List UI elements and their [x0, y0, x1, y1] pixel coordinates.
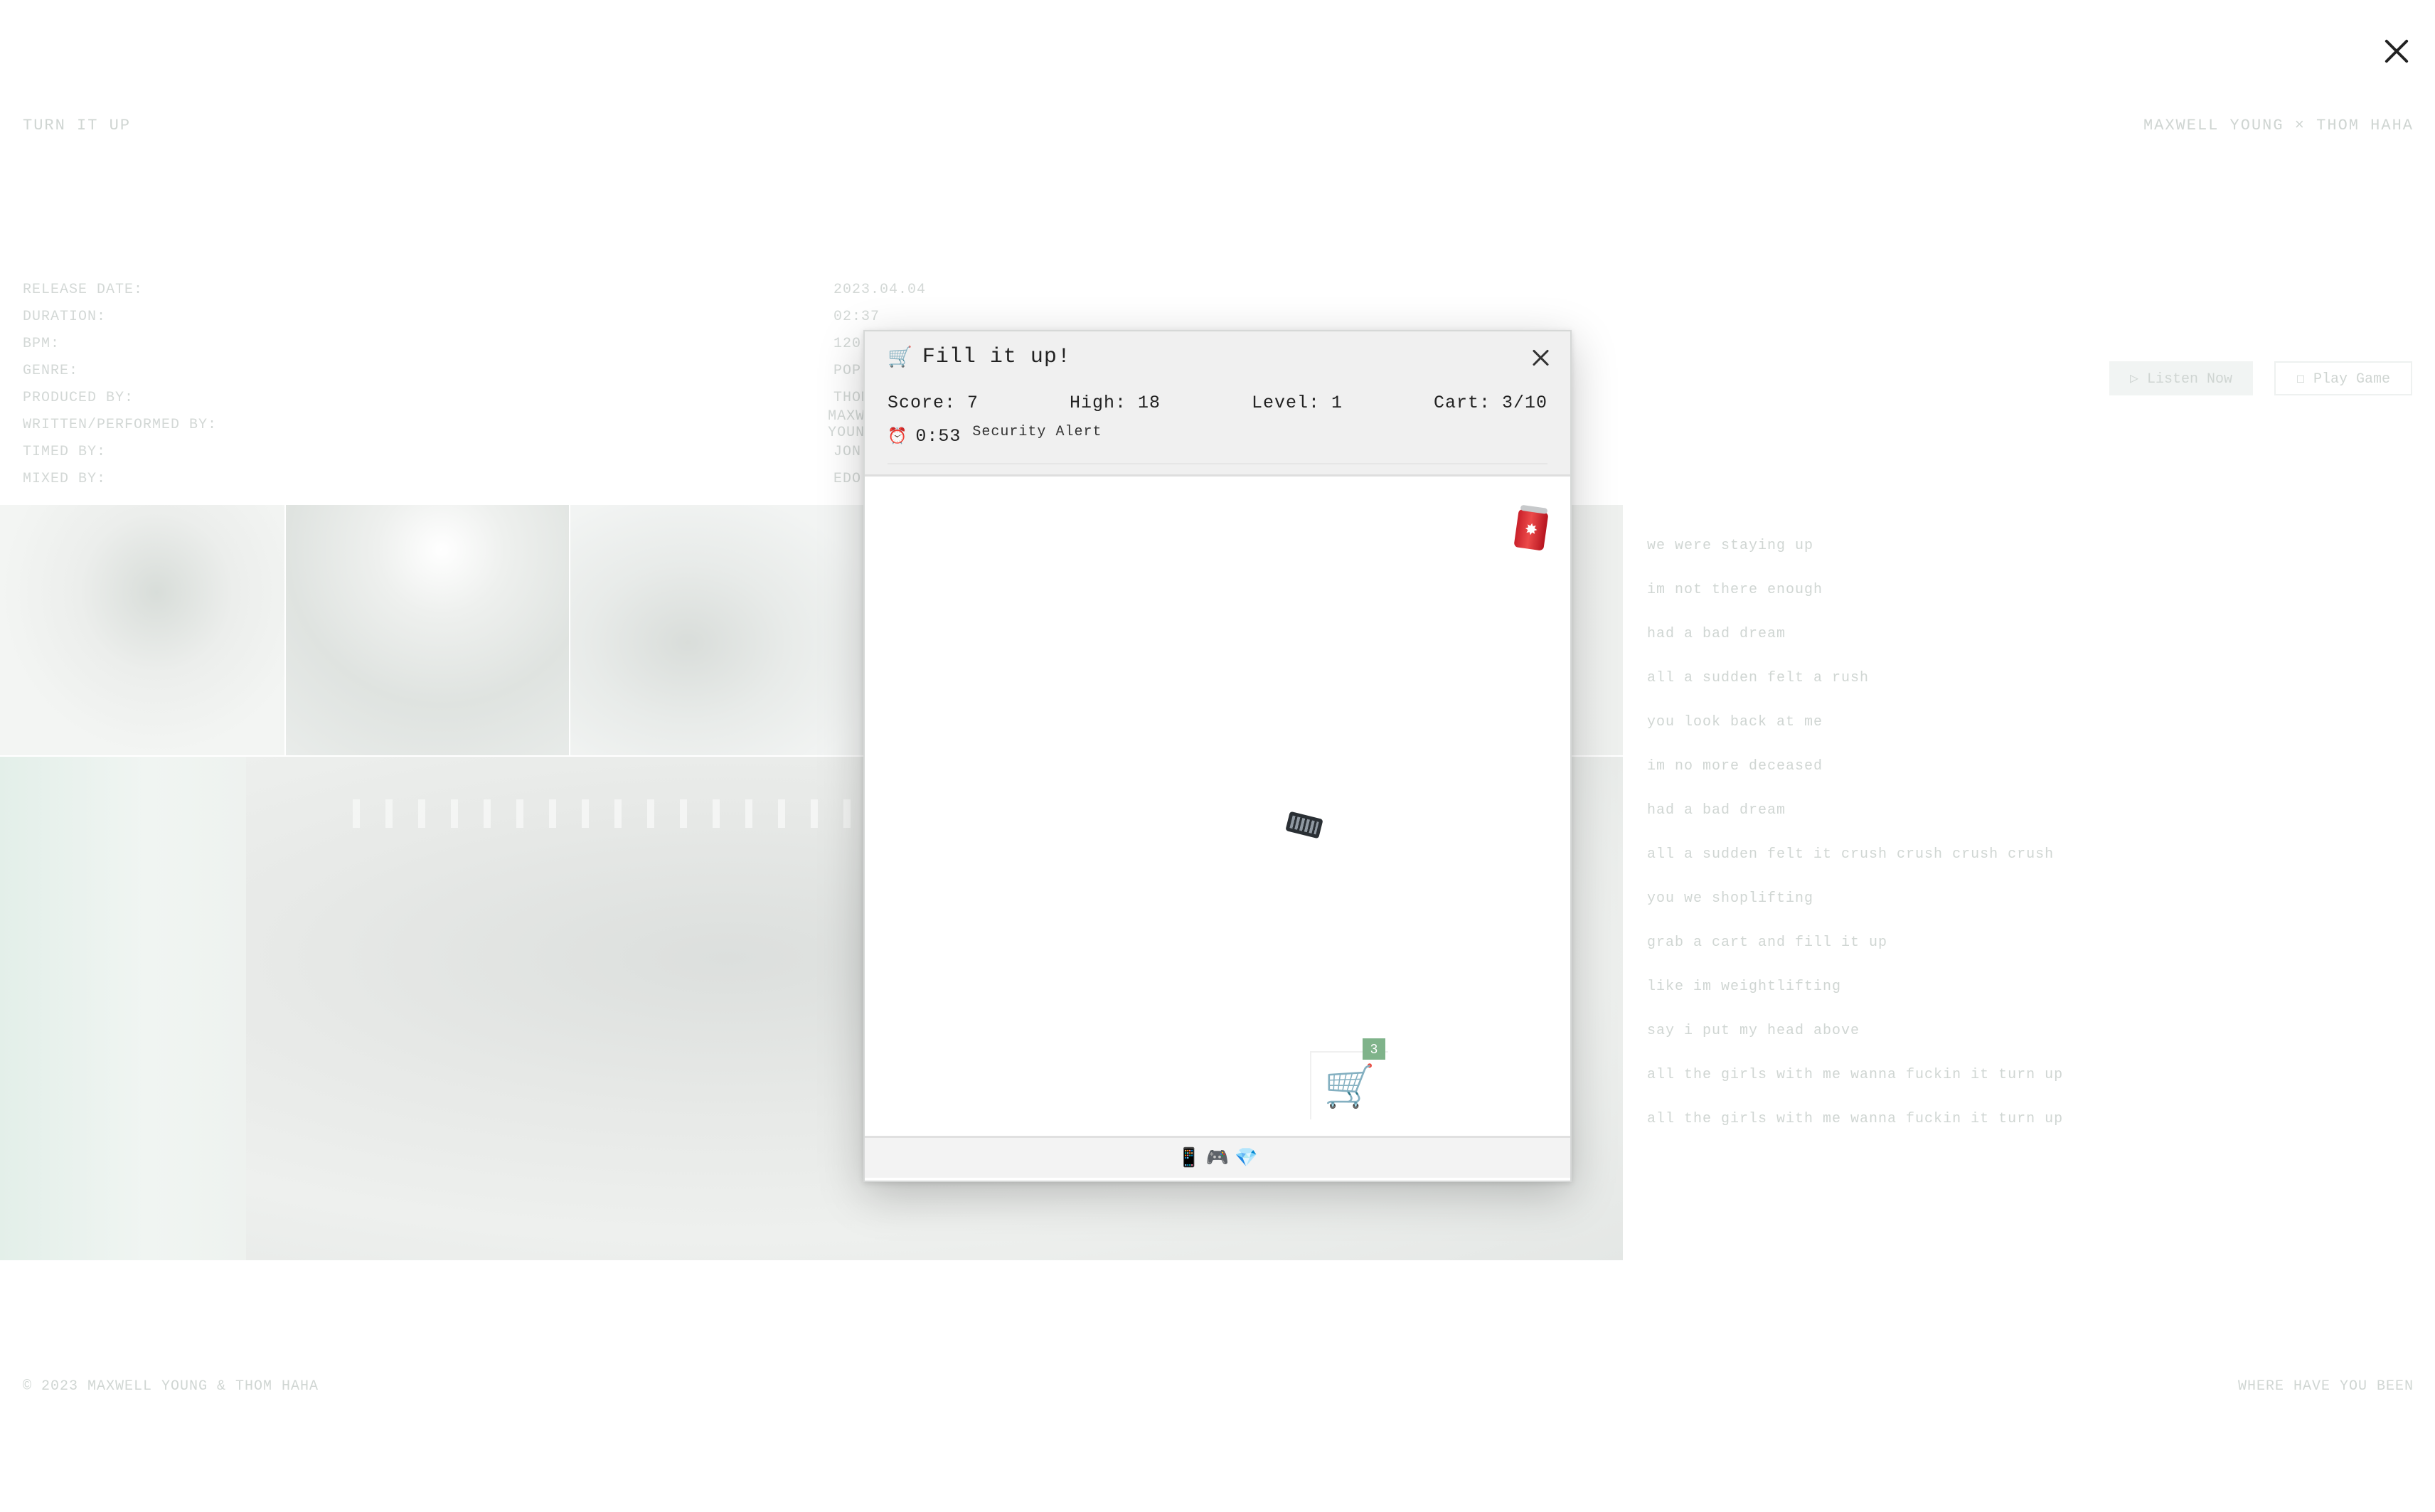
phone-icon: 📱	[1177, 1147, 1200, 1168]
lyric-line: you we shoplifting	[1647, 890, 1814, 907]
game-play-area[interactable]: ✸ 🛒 3	[865, 477, 1570, 1138]
photo	[0, 505, 284, 755]
game-titlebar: 🛒 Fill it up!	[865, 331, 1570, 383]
photo	[0, 757, 246, 1260]
meta-row: GENRE: POP	[23, 362, 862, 379]
player-cart[interactable]: 🛒 3	[1310, 1038, 1388, 1119]
play-game-button[interactable]: ☐ Play Game	[2274, 361, 2412, 395]
lyrics: we were staying up im not there enough h…	[1647, 538, 2415, 1155]
meta-row: TIMED BY: JON	[23, 443, 862, 460]
cart-badge: 3	[1363, 1038, 1385, 1060]
lyric-line: all a sudden felt a rush	[1647, 670, 1870, 686]
song-meta: RELEASE DATE: 2023.04.04 DURATION: 02:37 B…	[23, 276, 947, 492]
listen-now-button[interactable]: ▷ Listen Now	[2109, 361, 2253, 395]
lyric-line: all a sudden felt it crush crush crush c…	[1647, 846, 2055, 863]
meta-row: MIXED BY: EDO	[23, 470, 862, 487]
lyric-line: like im weightlifting	[1647, 979, 1842, 995]
cola-can-icon: ✸	[1513, 509, 1549, 551]
level: Level: 1	[1251, 393, 1343, 413]
artist-credit: MAXWELL YOUNG × THOM HAHA	[2143, 117, 2414, 134]
meta-row: DURATION: 02:37	[23, 308, 880, 325]
lyric-line: all the girls with me wanna fuckin it tu…	[1647, 1111, 2064, 1127]
meta-row: RELEASE DATE: 2023.04.04	[23, 281, 927, 298]
lyric-line: say i put my head above	[1647, 1023, 1860, 1039]
gem-icon: 💎	[1235, 1147, 1258, 1168]
security-alert: Security Alert	[972, 424, 1102, 440]
lyric-line: im no more deceased	[1647, 758, 1823, 774]
footer-link[interactable]: WHERE HAVE YOU BEEN	[2238, 1378, 2414, 1395]
game-stats: Score: 7 High: 18 Level: 1 Cart: 3/10 ⏰ …	[865, 383, 1570, 477]
close-icon[interactable]	[1530, 347, 1552, 368]
high-score: High: 18	[1069, 393, 1161, 413]
cart-icon: 🛒	[888, 347, 912, 370]
game-modal: 🛒 Fill it up! Score: 7 High: 18 Level: 1…	[863, 330, 1572, 1182]
lyric-line: all the girls with me wanna fuckin it tu…	[1647, 1067, 2064, 1083]
lyric-line: had a bad dream	[1647, 626, 1786, 642]
page-close-icon[interactable]	[2380, 34, 2414, 68]
meta-row: PRODUCED BY:THOM HAHA	[23, 389, 916, 406]
collected-items-tray: 📱 🎮 💎	[865, 1138, 1570, 1178]
timer: 0:53	[915, 426, 961, 447]
alarm-clock-icon: ⏰	[888, 427, 907, 446]
meta-row: BPM: 120	[23, 335, 862, 352]
lyric-line: you look back at me	[1647, 714, 1823, 730]
photo	[286, 505, 569, 755]
cart-count: Cart: 3/10	[1433, 393, 1547, 413]
copyright: © 2023 MAXWELL YOUNG & THOM HAHA	[23, 1378, 319, 1395]
meta-row: WRITTEN/PERFORMED BY: MAXWELL YOUNG	[23, 408, 893, 441]
keyboard-icon	[1285, 811, 1323, 839]
shopping-cart-icon: 🛒	[1323, 1061, 1376, 1110]
lyric-line: we were staying up	[1647, 538, 1814, 554]
score: Score: 7	[888, 393, 979, 413]
song-title: TURN IT UP	[23, 117, 132, 134]
lyric-line: grab a cart and fill it up	[1647, 935, 1888, 951]
gamepad-icon: 🎮	[1205, 1147, 1230, 1168]
lyric-line: im not there enough	[1647, 582, 1823, 598]
lyric-line: had a bad dream	[1647, 802, 1786, 819]
photo	[570, 505, 863, 755]
game-title: Fill it up!	[922, 345, 1071, 369]
